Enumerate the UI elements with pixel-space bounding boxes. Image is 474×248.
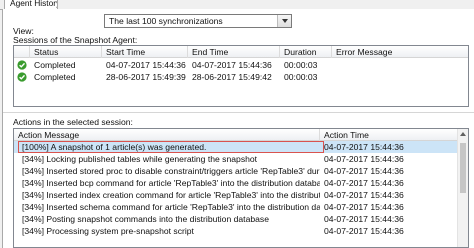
action-row[interactable]: [34%] Inserted bcp command for article '… [14, 177, 459, 189]
success-check-icon [17, 60, 27, 70]
section-divider [3, 112, 474, 113]
actions-grid: Action Message Action Time [100%] A snap… [13, 128, 469, 248]
actions-header-message[interactable]: Action Message [14, 129, 320, 141]
sessions-header: Status Start Time End Time Duration Erro… [14, 46, 468, 58]
action-time: 04-07-2017 15:44:36 [324, 214, 404, 224]
sessions-header-icon-col[interactable] [14, 46, 30, 58]
action-message: [34%] Inserted schema command for articl… [22, 202, 320, 212]
action-time: 04-07-2017 15:44:36 [324, 178, 404, 188]
sessions-label: Sessions of the Snapshot Agent: [13, 35, 138, 45]
scrollbar-thumb[interactable] [460, 143, 466, 193]
action-row[interactable]: [34%] Processing system pre-snapshot scr… [14, 225, 459, 237]
actions-vertical-scrollbar[interactable] [457, 129, 468, 247]
action-time: 04-07-2017 15:44:36 [324, 154, 404, 164]
session-duration: 00:00:03 [284, 60, 318, 70]
action-time: 04-07-2017 15:44:36 [324, 190, 404, 200]
view-select[interactable]: The last 100 synchronizations [104, 14, 292, 28]
session-end-time: 28-06-2017 15:49:42 [192, 72, 272, 82]
sessions-header-status[interactable]: Status [30, 46, 102, 58]
action-row[interactable]: [34%] Locking published tables while gen… [14, 153, 459, 165]
sessions-grid: Status Start Time End Time Duration Erro… [13, 45, 469, 107]
highlight-box [18, 141, 324, 153]
session-end-time: 04-07-2017 15:44:36 [192, 60, 272, 70]
action-message: [34%] Inserted stored proc to disable co… [22, 166, 320, 176]
session-status: Completed [34, 60, 76, 70]
action-row[interactable]: [34%] Inserted schema command for articl… [14, 201, 459, 213]
action-row[interactable]: [34%] Posting snapshot commands into the… [14, 213, 459, 225]
session-row[interactable]: Completed 28-06-2017 15:49:39 28-06-2017… [14, 71, 468, 83]
session-row[interactable]: Completed 04-07-2017 15:44:36 04-07-2017… [14, 59, 468, 71]
chevron-down-icon [282, 19, 288, 23]
sessions-header-duration[interactable]: Duration [280, 46, 332, 58]
success-check-icon [17, 72, 27, 82]
actions-label: Actions in the selected session: [13, 117, 133, 127]
action-message: [34%] Inserted index creation command fo… [22, 190, 320, 200]
action-time: 04-07-2017 15:44:36 [324, 202, 404, 212]
session-start-time: 28-06-2017 15:49:39 [106, 72, 186, 82]
sessions-header-error-message[interactable]: Error Message [332, 46, 468, 58]
action-message: [34%] Posting snapshot commands into the… [22, 214, 269, 224]
scroll-up-arrow-icon[interactable] [460, 132, 466, 136]
action-row[interactable]: [34%] Inserted stored proc to disable co… [14, 165, 459, 177]
view-select-value: The last 100 synchronizations [109, 16, 223, 26]
action-row[interactable]: [34%] Inserted index creation command fo… [14, 189, 459, 201]
action-message: [34%] Inserted bcp command for article '… [22, 178, 320, 188]
action-message: [34%] Locking published tables while gen… [22, 154, 258, 164]
session-error [332, 59, 468, 71]
view-select-dropdown-button[interactable] [277, 15, 291, 27]
sessions-header-end-time[interactable]: End Time [188, 46, 280, 58]
session-duration: 00:00:03 [284, 72, 318, 82]
action-time: 04-07-2017 15:44:36 [324, 226, 404, 236]
agent-history-panel: View: The last 100 synchronizations Sess… [2, 9, 474, 248]
action-time: 04-07-2017 15:44:36 [324, 142, 404, 152]
action-time: 04-07-2017 15:44:36 [324, 166, 404, 176]
session-error [332, 71, 468, 83]
session-status: Completed [34, 72, 76, 82]
action-message: [34%] Processing system pre-snapshot scr… [22, 226, 194, 236]
sessions-header-start-time[interactable]: Start Time [102, 46, 188, 58]
actions-header-time[interactable]: Action Time [320, 129, 459, 141]
actions-header: Action Message Action Time [14, 129, 459, 141]
tab-agent-history[interactable]: Agent History [4, 0, 58, 9]
session-start-time: 04-07-2017 15:44:36 [106, 60, 186, 70]
